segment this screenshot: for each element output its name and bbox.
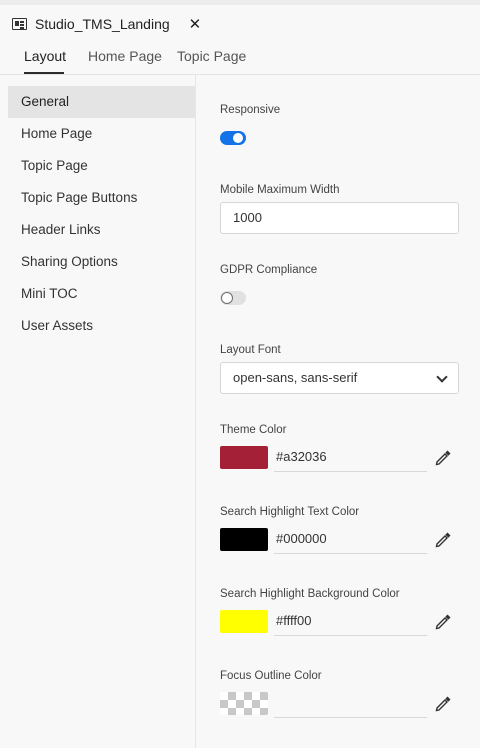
search-bg-color-label: Search Highlight Background Color — [220, 588, 400, 600]
tab-layout[interactable]: Layout — [24, 48, 66, 64]
settings-panel: Responsive Mobile Maximum Width 1000 GDP… — [196, 75, 480, 748]
search-text-color-swatch[interactable] — [220, 528, 268, 551]
eyedropper-icon[interactable] — [433, 694, 453, 714]
responsive-toggle[interactable] — [220, 131, 246, 145]
sidebar-item-topic-page[interactable]: Topic Page — [8, 150, 195, 182]
document-tab[interactable]: Studio_TMS_Landing ✕ — [10, 8, 203, 40]
layout-font-value: open-sans, sans-serif — [233, 370, 358, 385]
search-bg-color-input[interactable]: #ffff00 — [274, 609, 427, 636]
theme-color-swatch[interactable] — [220, 446, 268, 469]
eyedropper-icon[interactable] — [433, 530, 453, 550]
sidebar-item-home-page[interactable]: Home Page — [8, 118, 195, 150]
close-icon[interactable]: ✕ — [189, 15, 202, 33]
mobile-max-width-input[interactable]: 1000 — [220, 202, 459, 234]
focus-outline-color-swatch[interactable] — [220, 692, 268, 715]
search-bg-color-swatch[interactable] — [220, 610, 268, 633]
mobile-max-width-label: Mobile Maximum Width — [220, 184, 340, 196]
document-tab-bar: Studio_TMS_Landing ✕ — [0, 0, 480, 46]
focus-outline-color-input[interactable] — [274, 691, 427, 718]
responsive-label: Responsive — [220, 104, 281, 116]
document-icon — [12, 18, 27, 30]
document-tab-title: Studio_TMS_Landing — [35, 16, 170, 32]
search-text-color-input[interactable]: #000000 — [274, 527, 427, 554]
search-text-color-label: Search Highlight Text Color — [220, 506, 360, 518]
subtab-bar: Layout Home Page Topic Page — [0, 41, 480, 75]
sidebar-item-general[interactable]: General — [8, 86, 195, 118]
gdpr-toggle[interactable] — [220, 291, 246, 305]
sidebar-item-header-links[interactable]: Header Links — [8, 214, 195, 246]
tab-topic-page[interactable]: Topic Page — [177, 48, 246, 64]
chevron-down-icon — [436, 371, 448, 383]
focus-outline-color-label: Focus Outline Color — [220, 670, 322, 682]
tab-home-page[interactable]: Home Page — [88, 48, 162, 64]
sidebar-item-user-assets[interactable]: User Assets — [8, 310, 195, 342]
toggle-knob — [221, 292, 233, 304]
theme-color-input[interactable]: #a32036 — [274, 445, 427, 472]
theme-color-label: Theme Color — [220, 424, 287, 436]
toggle-knob — [233, 133, 243, 143]
active-tab-indicator — [24, 72, 64, 74]
sidebar-item-topic-page-buttons[interactable]: Topic Page Buttons — [8, 182, 195, 214]
sidebar-item-mini-toc[interactable]: Mini TOC — [8, 278, 195, 310]
gdpr-label: GDPR Compliance — [220, 264, 318, 276]
eyedropper-icon[interactable] — [433, 612, 453, 632]
layout-font-label: Layout Font — [220, 344, 281, 356]
eyedropper-icon[interactable] — [433, 448, 453, 468]
sidebar: General Home Page Topic Page Topic Page … — [0, 75, 196, 748]
layout-font-select[interactable]: open-sans, sans-serif — [220, 362, 459, 394]
sidebar-item-sharing-options[interactable]: Sharing Options — [8, 246, 195, 278]
